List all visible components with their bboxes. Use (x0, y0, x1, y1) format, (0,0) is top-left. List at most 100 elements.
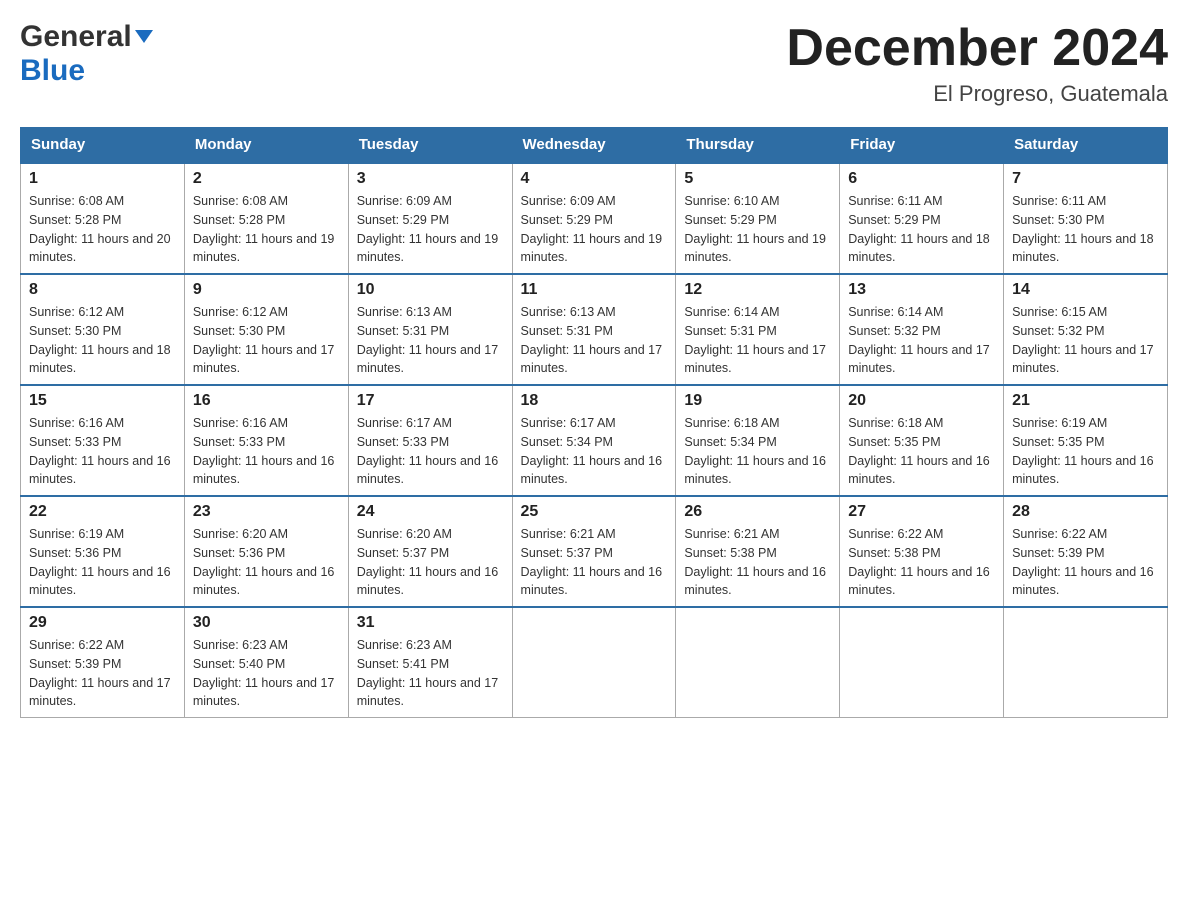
calendar-cell (512, 607, 676, 718)
day-info: Sunrise: 6:21 AMSunset: 5:38 PMDaylight:… (684, 525, 831, 600)
day-info: Sunrise: 6:19 AMSunset: 5:36 PMDaylight:… (29, 525, 176, 600)
day-info: Sunrise: 6:10 AMSunset: 5:29 PMDaylight:… (684, 192, 831, 267)
calendar-header-friday: Friday (840, 128, 1004, 163)
day-number: 17 (357, 392, 504, 410)
day-info: Sunrise: 6:15 AMSunset: 5:32 PMDaylight:… (1012, 303, 1159, 378)
day-info: Sunrise: 6:17 AMSunset: 5:33 PMDaylight:… (357, 414, 504, 489)
calendar-week-row: 22 Sunrise: 6:19 AMSunset: 5:36 PMDayligh… (21, 496, 1168, 607)
day-number: 1 (29, 170, 176, 188)
calendar-cell: 6 Sunrise: 6:11 AMSunset: 5:29 PMDaylight… (840, 163, 1004, 275)
calendar-cell: 5 Sunrise: 6:10 AMSunset: 5:29 PMDaylight… (676, 163, 840, 275)
day-number: 10 (357, 281, 504, 299)
calendar-cell: 22 Sunrise: 6:19 AMSunset: 5:36 PMDayligh… (21, 496, 185, 607)
logo-general: General (20, 20, 132, 54)
day-info: Sunrise: 6:11 AMSunset: 5:29 PMDaylight:… (848, 192, 995, 267)
day-number: 16 (193, 392, 340, 410)
calendar-cell: 13 Sunrise: 6:14 AMSunset: 5:32 PMDayligh… (840, 274, 1004, 385)
calendar-header-wednesday: Wednesday (512, 128, 676, 163)
day-info: Sunrise: 6:12 AMSunset: 5:30 PMDaylight:… (29, 303, 176, 378)
day-number: 12 (684, 281, 831, 299)
day-number: 25 (521, 503, 668, 521)
day-info: Sunrise: 6:21 AMSunset: 5:37 PMDaylight:… (521, 525, 668, 600)
day-number: 22 (29, 503, 176, 521)
day-info: Sunrise: 6:11 AMSunset: 5:30 PMDaylight:… (1012, 192, 1159, 267)
day-number: 5 (684, 170, 831, 188)
calendar-cell: 3Sunrise: 6:09 AMSunset: 5:29 PMDaylight… (348, 163, 512, 275)
calendar-cell: 19 Sunrise: 6:18 AMSunset: 5:34 PMDayligh… (676, 385, 840, 496)
day-number: 7 (1012, 170, 1159, 188)
calendar-cell: 26Sunrise: 6:21 AMSunset: 5:38 PMDayligh… (676, 496, 840, 607)
calendar-cell: 7 Sunrise: 6:11 AMSunset: 5:30 PMDaylight… (1004, 163, 1168, 275)
day-number: 23 (193, 503, 340, 521)
calendar-header-saturday: Saturday (1004, 128, 1168, 163)
calendar-cell: 21Sunrise: 6:19 AMSunset: 5:35 PMDayligh… (1004, 385, 1168, 496)
calendar-cell: 10 Sunrise: 6:13 AMSunset: 5:31 PMDayligh… (348, 274, 512, 385)
day-number: 6 (848, 170, 995, 188)
day-number: 18 (521, 392, 668, 410)
day-info: Sunrise: 6:14 AMSunset: 5:32 PMDaylight:… (848, 303, 995, 378)
day-number: 4 (521, 170, 668, 188)
calendar-header-tuesday: Tuesday (348, 128, 512, 163)
day-info: Sunrise: 6:22 AMSunset: 5:38 PMDaylight:… (848, 525, 995, 600)
day-number: 29 (29, 614, 176, 632)
day-info: Sunrise: 6:20 AMSunset: 5:36 PMDaylight:… (193, 525, 340, 600)
day-info: Sunrise: 6:20 AMSunset: 5:37 PMDaylight:… (357, 525, 504, 600)
calendar-week-row: 8 Sunrise: 6:12 AMSunset: 5:30 PMDaylight… (21, 274, 1168, 385)
calendar-cell: 28Sunrise: 6:22 AMSunset: 5:39 PMDayligh… (1004, 496, 1168, 607)
calendar-table: SundayMondayTuesdayWednesdayThursdayFrid… (20, 127, 1168, 718)
day-info: Sunrise: 6:08 AMSunset: 5:28 PMDaylight:… (193, 192, 340, 267)
calendar-cell: 1Sunrise: 6:08 AMSunset: 5:28 PMDaylight… (21, 163, 185, 275)
day-number: 24 (357, 503, 504, 521)
day-info: Sunrise: 6:18 AMSunset: 5:34 PMDaylight:… (684, 414, 831, 489)
day-info: Sunrise: 6:22 AMSunset: 5:39 PMDaylight:… (29, 636, 176, 711)
logo-blue: Blue (20, 54, 85, 87)
day-number: 20 (848, 392, 995, 410)
day-number: 13 (848, 281, 995, 299)
day-info: Sunrise: 6:22 AMSunset: 5:39 PMDaylight:… (1012, 525, 1159, 600)
calendar-cell: 27 Sunrise: 6:22 AMSunset: 5:38 PMDayligh… (840, 496, 1004, 607)
calendar-cell: 30Sunrise: 6:23 AMSunset: 5:40 PMDayligh… (184, 607, 348, 718)
calendar-week-row: 15 Sunrise: 6:16 AMSunset: 5:33 PMDayligh… (21, 385, 1168, 496)
logo-arrow-icon (135, 30, 153, 43)
day-info: Sunrise: 6:13 AMSunset: 5:31 PMDaylight:… (357, 303, 504, 378)
calendar-cell: 14 Sunrise: 6:15 AMSunset: 5:32 PMDayligh… (1004, 274, 1168, 385)
day-info: Sunrise: 6:12 AMSunset: 5:30 PMDaylight:… (193, 303, 340, 378)
day-number: 8 (29, 281, 176, 299)
calendar-cell: 25 Sunrise: 6:21 AMSunset: 5:37 PMDayligh… (512, 496, 676, 607)
day-number: 27 (848, 503, 995, 521)
day-number: 15 (29, 392, 176, 410)
day-number: 9 (193, 281, 340, 299)
day-info: Sunrise: 6:16 AMSunset: 5:33 PMDaylight:… (193, 414, 340, 489)
calendar-cell: 12Sunrise: 6:14 AMSunset: 5:31 PMDayligh… (676, 274, 840, 385)
calendar-cell: 9 Sunrise: 6:12 AMSunset: 5:30 PMDaylight… (184, 274, 348, 385)
calendar-cell: 31Sunrise: 6:23 AMSunset: 5:41 PMDayligh… (348, 607, 512, 718)
calendar-cell (840, 607, 1004, 718)
day-number: 19 (684, 392, 831, 410)
calendar-cell: 20 Sunrise: 6:18 AMSunset: 5:35 PMDayligh… (840, 385, 1004, 496)
logo: General Blue (20, 20, 153, 88)
day-info: Sunrise: 6:09 AMSunset: 5:29 PMDaylight:… (521, 192, 668, 267)
calendar-header-sunday: Sunday (21, 128, 185, 163)
calendar-cell: 4 Sunrise: 6:09 AMSunset: 5:29 PMDaylight… (512, 163, 676, 275)
calendar-cell (676, 607, 840, 718)
day-number: 11 (521, 281, 668, 299)
day-info: Sunrise: 6:19 AMSunset: 5:35 PMDaylight:… (1012, 414, 1159, 489)
day-info: Sunrise: 6:17 AMSunset: 5:34 PMDaylight:… (521, 414, 668, 489)
day-info: Sunrise: 6:23 AMSunset: 5:40 PMDaylight:… (193, 636, 340, 711)
calendar-cell: 2Sunrise: 6:08 AMSunset: 5:28 PMDaylight… (184, 163, 348, 275)
calendar-cell: 11Sunrise: 6:13 AMSunset: 5:31 PMDayligh… (512, 274, 676, 385)
day-info: Sunrise: 6:18 AMSunset: 5:35 PMDaylight:… (848, 414, 995, 489)
calendar-cell: 16 Sunrise: 6:16 AMSunset: 5:33 PMDayligh… (184, 385, 348, 496)
calendar-cell: 15 Sunrise: 6:16 AMSunset: 5:33 PMDayligh… (21, 385, 185, 496)
day-info: Sunrise: 6:16 AMSunset: 5:33 PMDaylight:… (29, 414, 176, 489)
calendar-header-row: SundayMondayTuesdayWednesdayThursdayFrid… (21, 128, 1168, 163)
day-number: 14 (1012, 281, 1159, 299)
day-info: Sunrise: 6:23 AMSunset: 5:41 PMDaylight:… (357, 636, 504, 711)
calendar-cell: 18 Sunrise: 6:17 AMSunset: 5:34 PMDayligh… (512, 385, 676, 496)
calendar-cell (1004, 607, 1168, 718)
calendar-header-monday: Monday (184, 128, 348, 163)
month-title: December 2024 (786, 20, 1168, 77)
location-title: El Progreso, Guatemala (786, 81, 1168, 107)
calendar-cell: 24 Sunrise: 6:20 AMSunset: 5:37 PMDayligh… (348, 496, 512, 607)
page-header: General Blue December 2024 El Progreso, … (20, 20, 1168, 107)
